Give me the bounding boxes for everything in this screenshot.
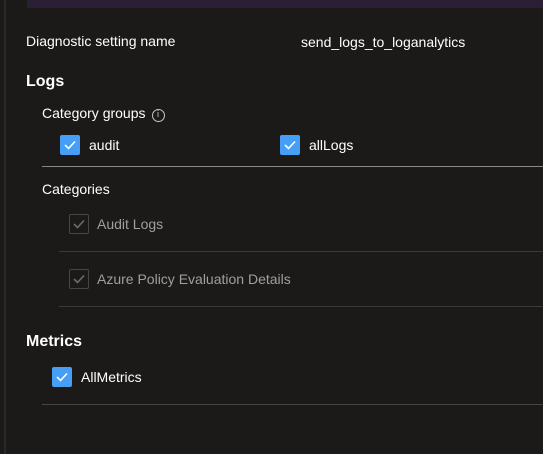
- categories-title: Categories: [42, 181, 110, 197]
- info-icon[interactable]: i: [151, 109, 165, 122]
- azure-policy-evaluation-details-checkbox-label: Azure Policy Evaluation Details: [97, 271, 291, 287]
- diagnostic-setting-name-value: send_logs_to_loganalytics: [301, 34, 466, 50]
- checkmark-icon: [73, 274, 85, 284]
- checkmark-icon: [56, 372, 68, 382]
- audit-checkbox[interactable]: [60, 135, 80, 155]
- audit-logs-checkbox[interactable]: [69, 214, 89, 234]
- panel-left-border: [4, 0, 6, 454]
- checkmark-icon: [284, 140, 296, 150]
- alllogs-checkbox-label[interactable]: allLogs: [309, 137, 353, 153]
- alllogs-checkbox[interactable]: [280, 135, 300, 155]
- azure-policy-evaluation-details-checkbox[interactable]: [69, 269, 89, 289]
- checkmark-icon: [73, 219, 85, 229]
- allmetrics-checkbox-label[interactable]: AllMetrics: [81, 369, 142, 385]
- allmetrics-checkbox[interactable]: [52, 367, 72, 387]
- header-banner: [27, 0, 543, 8]
- checkmark-icon: [64, 140, 76, 150]
- category-row-divider: [59, 306, 543, 307]
- top-header-strip: [0, 0, 543, 12]
- category-groups-title: Category groups i: [42, 105, 165, 123]
- logs-section-title: Logs: [26, 73, 65, 90]
- audit-checkbox-label[interactable]: audit: [89, 137, 119, 153]
- metrics-section-title: Metrics: [26, 333, 83, 350]
- diagnostic-setting-name-label: Diagnostic setting name: [26, 33, 176, 49]
- category-groups-label: Category groups: [42, 105, 146, 121]
- category-row-divider: [59, 251, 543, 252]
- category-groups-divider: [42, 166, 543, 167]
- metrics-divider: [42, 404, 543, 405]
- diagnostic-settings-panel: Diagnostic setting name send_logs_to_log…: [0, 0, 543, 454]
- audit-logs-checkbox-label: Audit Logs: [97, 216, 164, 232]
